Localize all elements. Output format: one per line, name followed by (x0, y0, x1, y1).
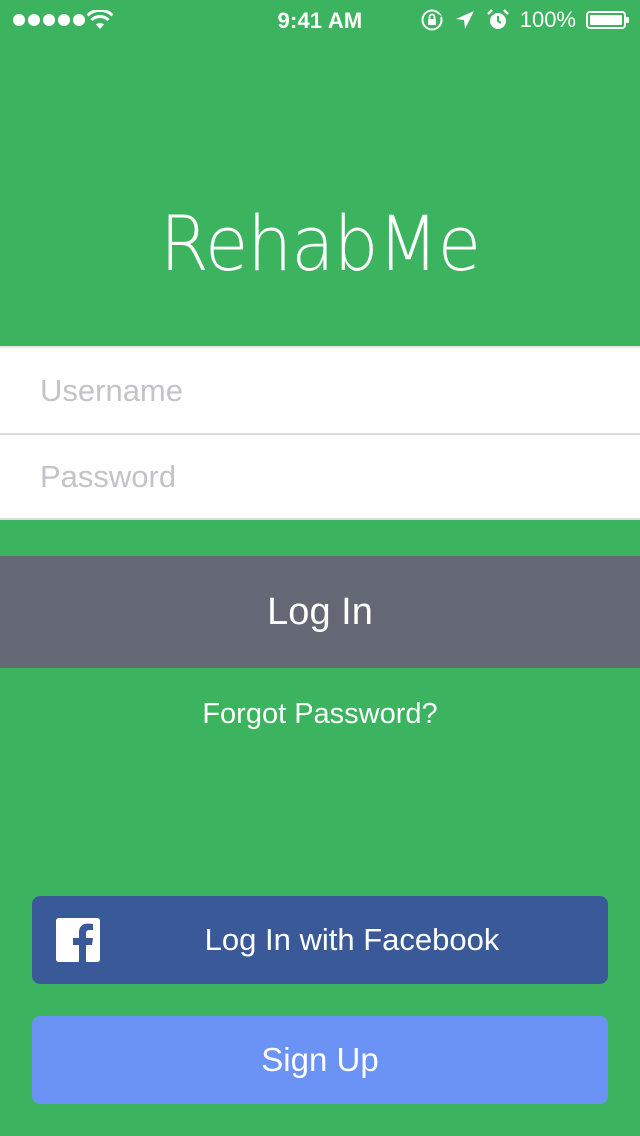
username-input[interactable] (40, 372, 600, 409)
rotation-lock-icon (421, 9, 443, 31)
facebook-login-button[interactable]: Log In with Facebook (32, 896, 608, 984)
username-row (0, 348, 640, 433)
facebook-login-label: Log In with Facebook (204, 922, 500, 957)
app-title: RehabMe (159, 199, 481, 288)
status-bar: 9:41 AM 100% (0, 0, 640, 40)
status-icons: 100% (420, 6, 630, 34)
login-form (0, 346, 640, 520)
forgot-password-link[interactable]: Forgot Password? (0, 698, 640, 731)
signup-button[interactable]: Sign Up (32, 1016, 608, 1104)
battery-icon (586, 11, 629, 29)
location-icon (455, 11, 474, 29)
login-button[interactable]: Log In (0, 556, 640, 668)
password-input[interactable] (40, 458, 600, 495)
battery-percent: 100% (519, 7, 576, 32)
alarm-icon (486, 9, 509, 29)
password-row (0, 433, 640, 518)
